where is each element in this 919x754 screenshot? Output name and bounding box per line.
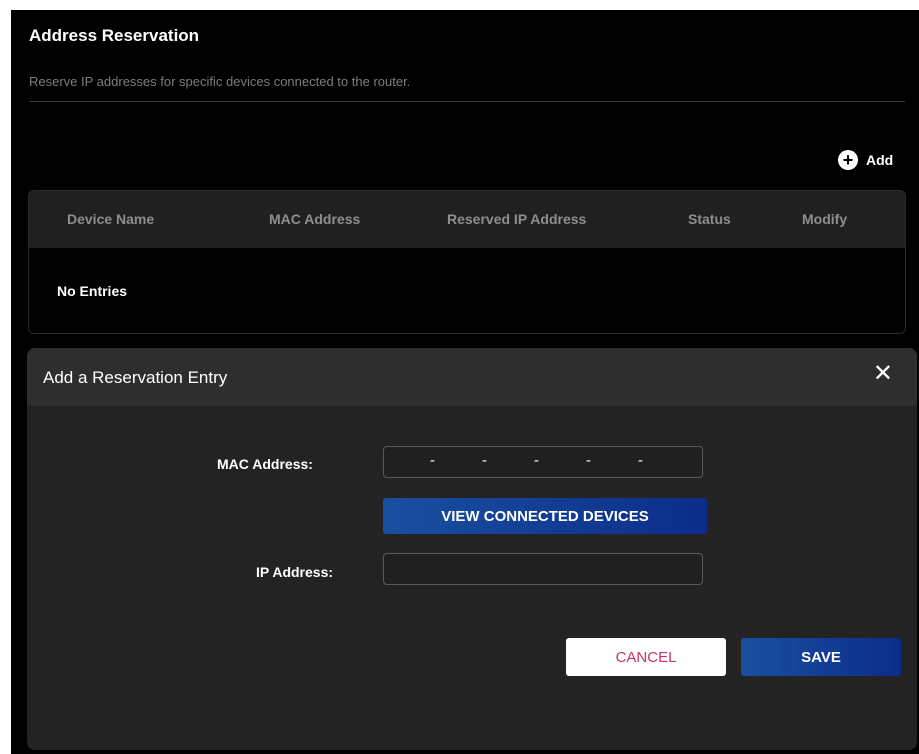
table-body: No Entries [29, 248, 905, 333]
mac-separator: - [430, 452, 435, 469]
cancel-button[interactable]: CANCEL [566, 638, 726, 676]
column-header-mac-address: MAC Address [269, 211, 361, 227]
column-header-reserved-ip: Reserved IP Address [447, 211, 587, 227]
plus-circle-icon: + [838, 150, 858, 170]
divider [29, 101, 905, 102]
ip-address-label: IP Address: [256, 564, 334, 580]
mac-separator: - [482, 452, 487, 469]
save-button[interactable]: SAVE [741, 638, 901, 676]
close-icon[interactable]: ✕ [873, 362, 893, 386]
mac-address-field[interactable]: - - - - - [383, 446, 703, 478]
add-button-label: Add [866, 152, 894, 168]
add-reservation-dialog: Add a Reservation Entry ✕ MAC Address: -… [27, 348, 917, 750]
reservation-table: Device Name MAC Address Reserved IP Addr… [28, 190, 906, 334]
address-reservation-panel: Address Reservation Reserve IP addresses… [11, 10, 919, 754]
page-title: Address Reservation [29, 26, 200, 45]
mac-address-label: MAC Address: [217, 456, 313, 472]
table-header: Device Name MAC Address Reserved IP Addr… [29, 191, 905, 248]
add-button[interactable]: + Add [838, 148, 893, 172]
mac-separator: - [534, 452, 539, 469]
ip-address-field[interactable] [383, 553, 703, 585]
mac-separator: - [638, 452, 643, 469]
column-header-status: Status [688, 211, 731, 227]
mac-separator: - [586, 452, 591, 469]
empty-table-message: No Entries [57, 283, 128, 299]
view-connected-devices-button[interactable]: VIEW CONNECTED DEVICES [383, 498, 707, 534]
column-header-device-name: Device Name [67, 211, 155, 227]
column-header-modify: Modify [802, 211, 848, 227]
page-description: Reserve IP addresses for specific device… [29, 74, 411, 89]
dialog-title: Add a Reservation Entry [43, 368, 228, 387]
dialog-header: Add a Reservation Entry ✕ [27, 348, 917, 406]
